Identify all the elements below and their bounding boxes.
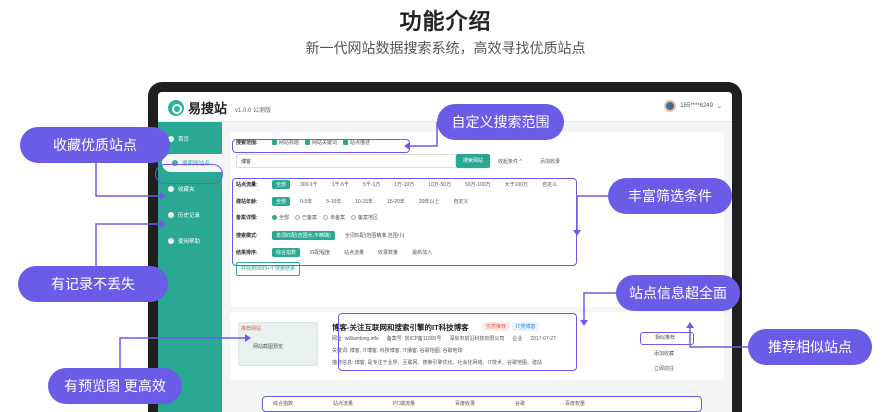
- metric-label: 站点流量: [333, 401, 354, 407]
- callout-custom-scope: 自定义搜索范围: [437, 104, 564, 140]
- callout-similar: 推荐相似站点: [748, 329, 872, 365]
- metric-label: PC端流量: [393, 401, 415, 407]
- metric-label: 百度收录: [454, 401, 475, 407]
- metric-label: 百度权重: [565, 401, 586, 407]
- callout-favorites: 收藏优质站点: [20, 127, 170, 163]
- metric-label: 谷歌: [515, 401, 526, 407]
- callout-rich-filters: 丰富筛选条件: [608, 178, 732, 214]
- callout-preview: 有预览图 更高效: [48, 368, 182, 404]
- callout-history: 有记录不丢失: [18, 266, 168, 302]
- metric-label: 综合指数: [273, 401, 294, 407]
- metrics-list: 综合指数 站点流量 PC端流量 百度收录 谷歌 百度权重: [273, 400, 585, 407]
- callout-site-info: 站点信息超全面: [616, 275, 740, 311]
